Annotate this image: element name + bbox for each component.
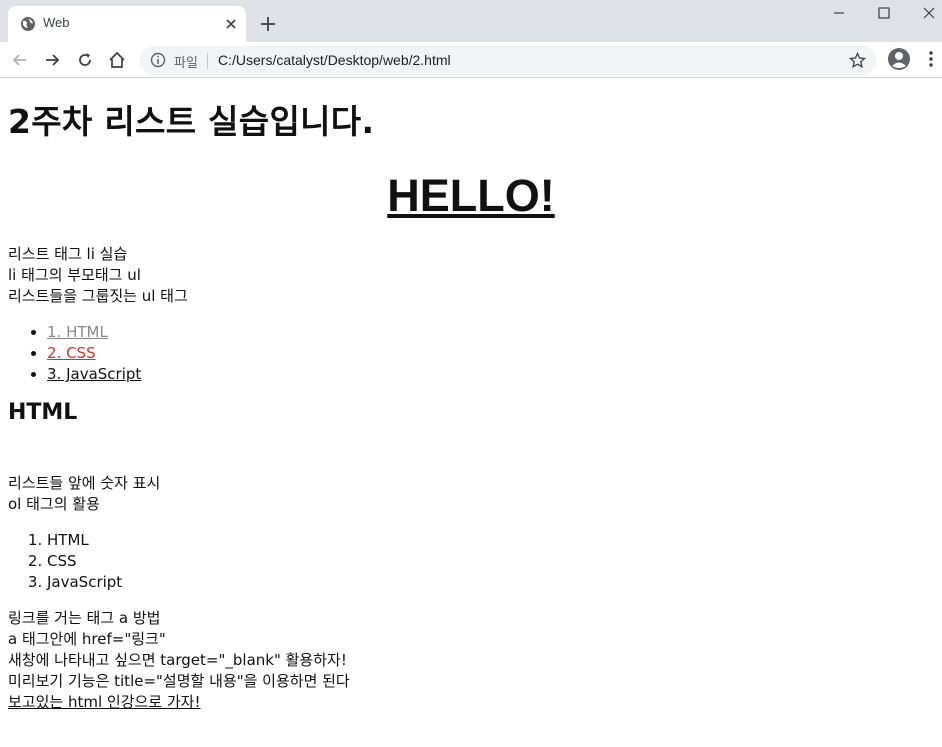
intro-line: li 태그의 부모태그 ul <box>8 266 141 284</box>
page-content: 2주차 리스트 실습입니다. HELLO! 리스트 태그 li 실습 li 태그… <box>0 79 942 747</box>
list-link-html[interactable]: 1. HTML <box>47 323 108 341</box>
list-link-javascript[interactable]: 3. JavaScript <box>47 365 141 383</box>
link-line: 미리보기 기능은 title="설명할 내용"을 이용하면 된다 <box>8 672 350 690</box>
hello-heading: HELLO! <box>387 170 555 221</box>
tab-strip: Web <box>0 0 942 42</box>
forward-arrow-icon[interactable] <box>42 50 62 70</box>
star-icon[interactable] <box>849 52 866 69</box>
list-item: JavaScript <box>47 572 934 593</box>
ol-intro-line: 리스트들 앞에 숫자 표시 <box>8 474 161 492</box>
unordered-list: 1. HTML 2. CSS 3. JavaScript <box>8 322 934 385</box>
globe-icon <box>21 17 35 31</box>
intro-paragraph: 리스트 태그 li 실습 li 태그의 부모태그 ul 리스트들을 그룹짓는 u… <box>8 244 934 307</box>
home-icon[interactable] <box>107 50 127 70</box>
link-paragraph: 링크를 거는 태그 a 방법 a 태그안에 href="링크" 새창에 나타내고… <box>8 608 934 713</box>
link-line: 새창에 나타내고 싶으면 target="_blank" 활용하자! <box>8 651 347 669</box>
window-close-icon[interactable] <box>919 5 939 21</box>
minimize-icon[interactable] <box>829 5 849 21</box>
address-bar[interactable]: 파일 C:/Users/catalyst/Desktop/web/2.html <box>140 46 876 75</box>
back-arrow-icon[interactable] <box>10 50 30 70</box>
list-item: 2. CSS <box>47 343 934 364</box>
ol-intro-line: ol 태그의 활용 <box>8 495 100 513</box>
maximize-icon[interactable] <box>874 5 894 21</box>
list-item: 1. HTML <box>47 322 934 343</box>
list-link-css[interactable]: 2. CSS <box>47 344 96 362</box>
tab-title: Web <box>43 15 70 30</box>
list-item: HTML <box>47 530 934 551</box>
intro-line: 리스트들을 그룹짓는 ul 태그 <box>8 287 188 305</box>
ol-intro-paragraph: 리스트들 앞에 숫자 표시 ol 태그의 활용 <box>8 473 934 515</box>
intro-line: 리스트 태그 li 실습 <box>8 245 128 263</box>
list-item: 3. JavaScript <box>47 364 934 385</box>
address-separator <box>207 53 208 69</box>
profile-icon[interactable] <box>887 47 911 71</box>
ordered-list: HTML CSS JavaScript <box>8 530 934 593</box>
link-line: 링크를 거는 태그 a 방법 <box>8 609 161 627</box>
browser-toolbar: 파일 C:/Users/catalyst/Desktop/web/2.html <box>0 42 942 78</box>
lecture-link[interactable]: 보고있는 html 인강으로 가자! <box>8 693 201 711</box>
close-icon[interactable] <box>223 16 239 32</box>
reload-icon[interactable] <box>75 50 95 70</box>
menu-dots-icon[interactable] <box>924 49 938 69</box>
section-heading: HTML <box>8 400 78 425</box>
link-line: a 태그안에 href="링크" <box>8 630 166 648</box>
scheme-label: 파일 <box>174 56 198 71</box>
list-item: CSS <box>47 551 934 572</box>
browser-tab[interactable]: Web <box>8 6 246 42</box>
info-icon[interactable] <box>150 52 166 68</box>
plus-icon[interactable] <box>259 15 277 33</box>
url-text[interactable]: C:/Users/catalyst/Desktop/web/2.html <box>218 52 451 68</box>
page-title: 2주차 리스트 실습입니다. <box>8 102 375 141</box>
